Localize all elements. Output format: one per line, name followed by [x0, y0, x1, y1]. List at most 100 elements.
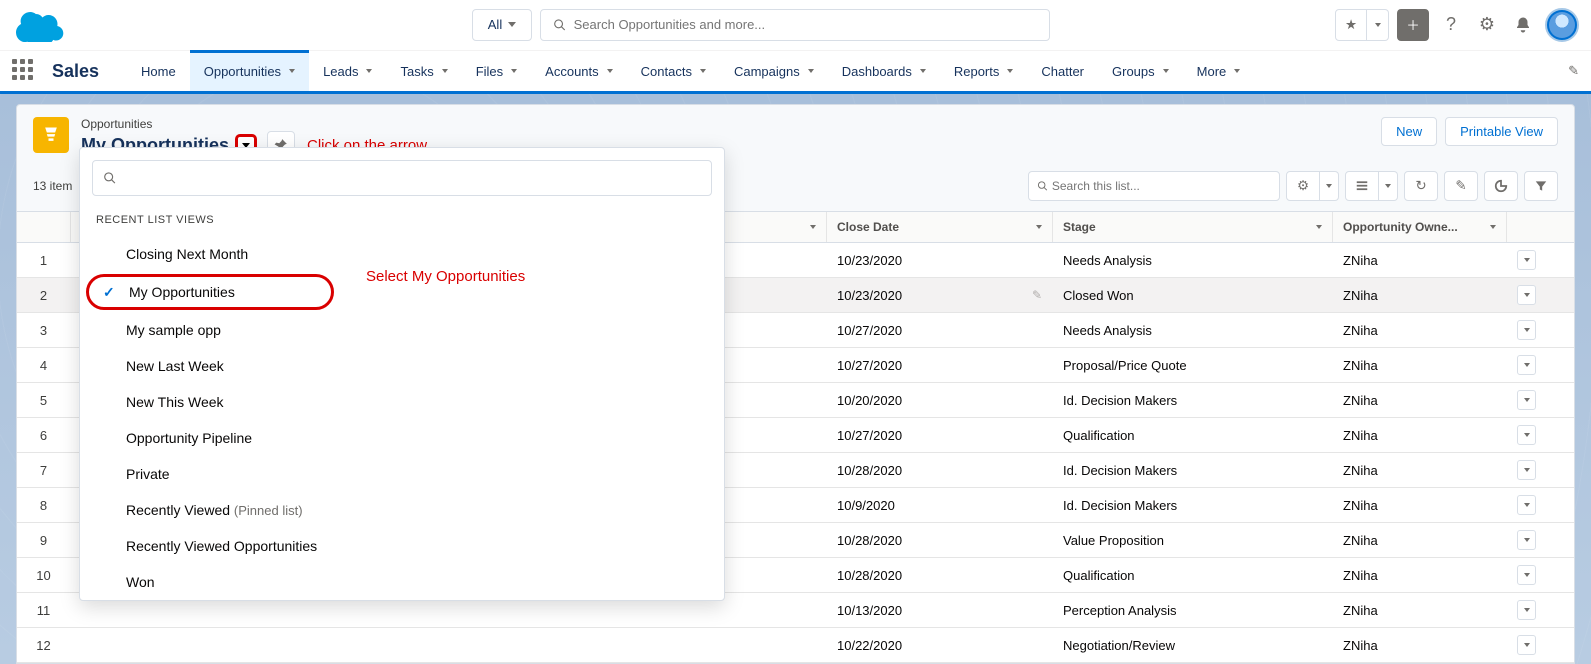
global-search-input[interactable] — [574, 17, 1037, 32]
nav-item-accounts[interactable]: Accounts — [531, 51, 626, 91]
row-action-menu[interactable] — [1517, 635, 1536, 655]
list-controls-gear-menu[interactable] — [1320, 171, 1339, 201]
edit-nav-pencil-icon[interactable]: ✎ — [1568, 63, 1579, 79]
row-action-menu[interactable] — [1517, 320, 1536, 340]
object-label: Opportunities — [81, 117, 427, 131]
refresh-button[interactable]: ↻ — [1404, 171, 1438, 201]
nav-item-label: More — [1197, 64, 1227, 79]
cell-owner: ZNiha — [1333, 628, 1507, 662]
chevron-down-icon — [366, 69, 372, 73]
row-action-menu[interactable] — [1517, 530, 1536, 550]
pencil-icon[interactable]: ✎ — [1032, 288, 1042, 302]
chevron-down-icon[interactable] — [1316, 225, 1322, 229]
display-as-button[interactable] — [1345, 171, 1379, 201]
favorite-button[interactable]: ★ — [1335, 9, 1367, 41]
nav-item-groups[interactable]: Groups — [1098, 51, 1183, 91]
display-as-menu[interactable] — [1379, 171, 1398, 201]
row-action-menu[interactable] — [1517, 390, 1536, 410]
list-view-option[interactable]: My sample opp — [80, 312, 724, 348]
user-avatar[interactable] — [1545, 8, 1579, 42]
list-view-option[interactable]: New Last Week — [80, 348, 724, 384]
nav-item-label: Opportunities — [204, 64, 281, 79]
app-name: Sales — [52, 61, 99, 82]
row-action-menu[interactable] — [1517, 495, 1536, 515]
inline-edit-button[interactable]: ✎ — [1444, 171, 1478, 201]
chevron-down-icon — [289, 69, 295, 73]
opportunity-object-icon — [33, 117, 69, 153]
cell-owner: ZNiha — [1333, 453, 1507, 487]
list-view-option[interactable]: Recently Viewed (Pinned list) — [80, 492, 724, 528]
table-row[interactable]: 1210/22/2020Negotiation/ReviewZNiha — [17, 628, 1574, 663]
list-search[interactable] — [1028, 171, 1280, 201]
cell-close-date: 10/27/2020 — [827, 313, 1053, 347]
app-launcher-icon[interactable] — [12, 59, 36, 83]
printable-view-button[interactable]: Printable View — [1445, 117, 1558, 146]
cell-row-number: 4 — [17, 348, 71, 382]
nav-item-reports[interactable]: Reports — [940, 51, 1028, 91]
list-controls-gear-button[interactable]: ⚙ — [1286, 171, 1320, 201]
search-scope-button[interactable]: All — [472, 9, 532, 41]
setup-gear-icon[interactable]: ⚙ — [1473, 11, 1501, 39]
cell-close-date: 10/28/2020 — [827, 523, 1053, 557]
list-view-option[interactable]: New This Week — [80, 384, 724, 420]
cell-stage: Value Proposition — [1053, 523, 1333, 557]
cell-close-date: 10/20/2020 — [827, 383, 1053, 417]
row-action-menu[interactable] — [1517, 355, 1536, 375]
salesforce-logo — [16, 8, 64, 42]
filter-button[interactable] — [1524, 171, 1558, 201]
cell-actions — [1507, 593, 1547, 627]
new-button[interactable]: New — [1381, 117, 1437, 146]
cell-close-date: 10/27/2020 — [827, 348, 1053, 382]
chevron-down-icon — [1163, 69, 1169, 73]
list-search-input[interactable] — [1052, 179, 1271, 193]
list-view-option[interactable]: Private — [80, 456, 724, 492]
list-view-option[interactable]: Recently Viewed Opportunities — [80, 528, 724, 564]
chevron-down-icon[interactable] — [1490, 225, 1496, 229]
row-action-menu[interactable] — [1517, 285, 1536, 305]
nav-item-files[interactable]: Files — [462, 51, 531, 91]
chevron-down-icon — [508, 22, 516, 27]
cell-hidden — [71, 628, 827, 662]
row-action-menu[interactable] — [1517, 460, 1536, 480]
nav-item-contacts[interactable]: Contacts — [627, 51, 720, 91]
col-owner[interactable]: Opportunity Owne... — [1333, 212, 1507, 242]
col-stage[interactable]: Stage — [1053, 212, 1333, 242]
cell-actions — [1507, 453, 1547, 487]
notifications-bell-icon[interactable] — [1509, 11, 1537, 39]
nav-item-tasks[interactable]: Tasks — [386, 51, 461, 91]
list-view-search-input[interactable] — [120, 170, 701, 186]
list-view-option-label: Private — [126, 466, 170, 482]
nav-item-chatter[interactable]: Chatter — [1027, 51, 1098, 91]
list-view-option[interactable]: Won — [80, 564, 724, 600]
global-search[interactable] — [540, 9, 1050, 41]
chevron-down-icon — [607, 69, 613, 73]
cell-stage: Perception Analysis — [1053, 593, 1333, 627]
nav-item-leads[interactable]: Leads — [309, 51, 386, 91]
help-icon[interactable]: ? — [1437, 11, 1465, 39]
list-view-option[interactable]: Opportunity Pipeline — [80, 420, 724, 456]
col-actions — [1507, 212, 1547, 242]
nav-item-label: Contacts — [641, 64, 692, 79]
row-action-menu[interactable] — [1517, 565, 1536, 585]
nav-item-opportunities[interactable]: Opportunities — [190, 51, 309, 91]
nav-item-more[interactable]: More — [1183, 51, 1255, 91]
list-view-option[interactable]: Closing Next Month — [80, 236, 724, 272]
nav-item-home[interactable]: Home — [127, 51, 190, 91]
global-add-button[interactable]: ＋ — [1397, 9, 1429, 41]
row-action-menu[interactable] — [1517, 425, 1536, 445]
chevron-down-icon — [1007, 69, 1013, 73]
row-action-menu[interactable] — [1517, 250, 1536, 270]
row-action-menu[interactable] — [1517, 600, 1536, 620]
list-view-option[interactable]: My Opportunities — [86, 274, 334, 310]
search-icon — [553, 18, 566, 32]
chart-button[interactable] — [1484, 171, 1518, 201]
cell-row-number: 10 — [17, 558, 71, 592]
favorite-menu-button[interactable] — [1367, 9, 1389, 41]
chevron-down-icon[interactable] — [810, 225, 816, 229]
list-view-search[interactable] — [92, 160, 712, 196]
nav-item-dashboards[interactable]: Dashboards — [828, 51, 940, 91]
chevron-down-icon[interactable] — [1036, 225, 1042, 229]
col-close-date[interactable]: Close Date — [827, 212, 1053, 242]
nav-item-campaigns[interactable]: Campaigns — [720, 51, 828, 91]
list-view-option-label: Opportunity Pipeline — [126, 430, 252, 446]
